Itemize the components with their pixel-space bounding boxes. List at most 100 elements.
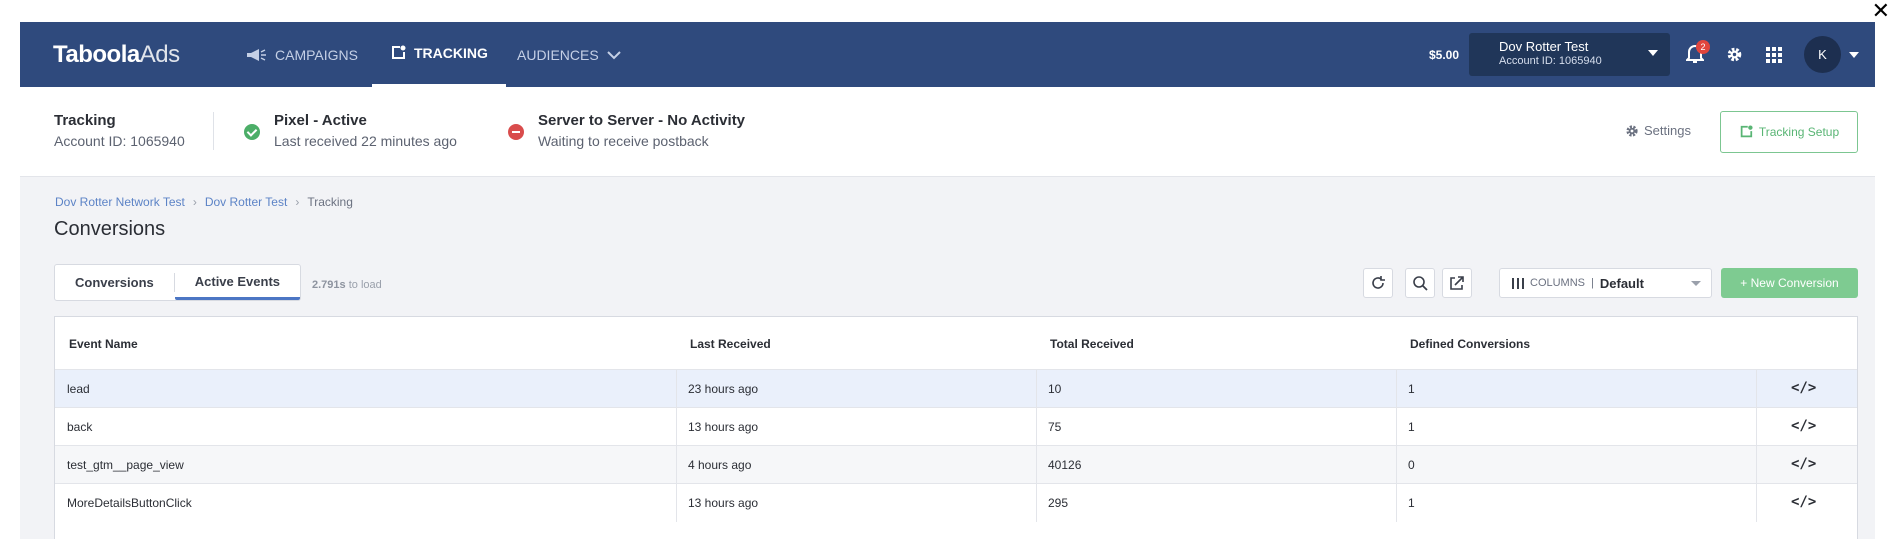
tracking-account-id: Account ID: 1065940 [54, 133, 185, 149]
column-header-total-received[interactable]: Total Received [1050, 337, 1134, 351]
nav-item-audiences[interactable]: AUDIENCES [517, 22, 621, 87]
search-icon [1413, 276, 1428, 291]
nav-item-tracking[interactable]: TRACKING [372, 22, 506, 87]
user-menu-caret-icon[interactable] [1849, 52, 1859, 58]
columns-select[interactable]: COLUMNS | Default [1499, 268, 1712, 298]
column-divider [1036, 408, 1037, 446]
cell-defined-conversions: 1 [1408, 382, 1415, 396]
columns-icon [1512, 277, 1524, 289]
columns-value: Default [1599, 275, 1644, 291]
cell-event-name: back [67, 420, 93, 434]
column-header-event-name[interactable]: Event Name [69, 337, 138, 351]
tracking-setup-icon [1740, 125, 1753, 138]
column-divider [1396, 446, 1397, 484]
logo-bold-text: Taboola [53, 41, 140, 68]
app-frame: TaboolaAds CAMPAIGNS TRACKING AUDIENCES … [20, 22, 1875, 539]
table-row[interactable]: lead 23 hours ago 10 1 </> [55, 369, 1857, 408]
code-snippet-icon[interactable]: </> [1791, 494, 1816, 510]
nav-label-tracking: TRACKING [414, 45, 488, 61]
column-divider [1756, 446, 1757, 484]
tracking-setup-label: Tracking Setup [1758, 125, 1840, 139]
column-divider [1756, 484, 1757, 522]
table-header: Event Name Last Received Total Received … [55, 317, 1857, 369]
code-snippet-icon[interactable]: </> [1791, 380, 1816, 396]
account-switcher[interactable]: Dov Rotter Test Account ID: 1065940 [1469, 33, 1670, 76]
new-conversion-button[interactable]: + New Conversion [1721, 268, 1858, 298]
breadcrumb-item-network[interactable]: Dov Rotter Network Test [55, 195, 185, 209]
column-divider [1756, 370, 1757, 408]
account-id: Account ID: 1065940 [1499, 55, 1602, 67]
code-snippet-icon[interactable]: </> [1791, 418, 1816, 434]
nav-label-campaigns: CAMPAIGNS [275, 46, 358, 63]
status-divider [213, 112, 214, 150]
column-divider [1036, 446, 1037, 484]
chevron-down-icon [606, 50, 621, 59]
cell-last-received: 13 hours ago [688, 420, 759, 434]
taboola-ads-logo[interactable]: TaboolaAds [53, 41, 180, 69]
cell-defined-conversions: 1 [1408, 420, 1415, 434]
cell-defined-conversions: 0 [1408, 458, 1415, 472]
account-name: Dov Rotter Test [1499, 39, 1589, 54]
breadcrumb-separator-icon: › [192, 195, 197, 209]
column-divider [1396, 408, 1397, 446]
column-divider [1396, 484, 1397, 522]
column-divider [1756, 408, 1757, 446]
column-divider [676, 370, 677, 408]
cell-last-received: 13 hours ago [688, 496, 759, 510]
cell-event-name: lead [67, 382, 90, 396]
cell-event-name: test_gtm__page_view [67, 458, 184, 472]
gear-icon[interactable] [1726, 46, 1743, 63]
megaphone-icon [247, 48, 266, 61]
close-window-icon[interactable]: ✕ [1872, 0, 1890, 22]
settings-link[interactable]: Settings [1625, 123, 1691, 138]
columns-caret-icon [1691, 281, 1701, 286]
settings-label: Settings [1644, 123, 1691, 138]
column-divider [1036, 370, 1037, 408]
load-time-suffix: to load [345, 279, 382, 291]
column-header-last-received[interactable]: Last Received [690, 337, 771, 351]
tab-active-events[interactable]: Active Events [174, 265, 301, 300]
column-divider [1396, 370, 1397, 408]
nav-label-audiences: AUDIENCES [517, 46, 599, 63]
tracking-setup-button[interactable]: Tracking Setup [1720, 111, 1858, 153]
page-title: Conversions [54, 218, 166, 240]
logo-light-text: Ads [139, 41, 180, 68]
user-avatar[interactable]: K [1804, 36, 1841, 73]
tracking-status-bar: Tracking Account ID: 1065940 Pixel - Act… [20, 87, 1875, 177]
columns-divider: | [1591, 277, 1594, 289]
events-table: Event Name Last Received Total Received … [54, 316, 1858, 539]
top-navbar: TaboolaAds CAMPAIGNS TRACKING AUDIENCES … [20, 22, 1875, 87]
breadcrumb-item-account[interactable]: Dov Rotter Test [205, 195, 287, 209]
cell-event-name: MoreDetailsButtonClick [67, 496, 192, 510]
cell-last-received: 23 hours ago [688, 382, 759, 396]
export-icon [1450, 276, 1464, 290]
table-row[interactable]: back 13 hours ago 75 1 </> [55, 407, 1857, 446]
load-time: 2.791s to load [312, 279, 382, 291]
breadcrumb-separator-icon: › [295, 195, 300, 209]
tracking-icon [392, 45, 406, 59]
search-button[interactable] [1405, 268, 1435, 298]
column-divider [676, 446, 677, 484]
account-balance: $5.00 [1429, 48, 1460, 62]
export-button[interactable] [1442, 268, 1472, 298]
cell-defined-conversions: 1 [1408, 496, 1415, 510]
cell-total-received: 40126 [1048, 458, 1082, 472]
refresh-button[interactable] [1363, 268, 1393, 298]
check-circle-icon [244, 124, 260, 140]
column-header-defined-conversions[interactable]: Defined Conversions [1410, 337, 1530, 351]
nav-item-campaigns[interactable]: CAMPAIGNS [245, 22, 358, 87]
tracking-title: Tracking [54, 112, 116, 129]
cell-total-received: 295 [1048, 496, 1069, 510]
no-entry-icon [508, 124, 524, 140]
table-row[interactable]: test_gtm__page_view 4 hours ago 40126 0 … [55, 445, 1857, 484]
column-divider [1036, 484, 1037, 522]
notification-badge: 2 [1696, 40, 1710, 54]
column-divider [676, 408, 677, 446]
s2s-status-subtitle: Waiting to receive postback [538, 133, 709, 149]
table-row[interactable]: MoreDetailsButtonClick 13 hours ago 295 … [55, 483, 1857, 522]
code-snippet-icon[interactable]: </> [1791, 456, 1816, 472]
apps-grid-icon[interactable] [1766, 47, 1782, 63]
tab-conversions[interactable]: Conversions [55, 265, 174, 300]
pixel-status-subtitle: Last received 22 minutes ago [274, 133, 457, 149]
breadcrumb: Dov Rotter Network Test › Dov Rotter Tes… [55, 195, 353, 209]
